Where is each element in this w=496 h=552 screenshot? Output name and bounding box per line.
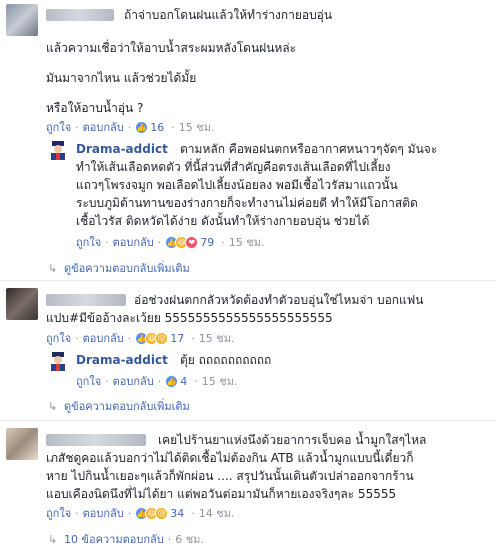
divider <box>0 280 496 281</box>
separator-dot: · <box>127 120 132 134</box>
comment-text: มันมาจากไหน แล้วช่วยได้มั้ย <box>46 71 197 85</box>
comment-actions: ถูกใจ · ตอบกลับ · 👍 😆 😢 34 · 14 ชม. <box>46 506 234 520</box>
comment-text: แปบ#มีข้ออ้างละเว้ยย 5555555555555555555… <box>46 311 333 325</box>
avatar[interactable] <box>6 288 38 320</box>
comment-actions: ถูกใจ · ตอบกลับ · 👍 😆 ❤ 79 · 15 ชม. <box>76 235 264 249</box>
comment-time[interactable]: 15 ชม. <box>179 118 215 136</box>
separator-dot: · <box>157 374 162 388</box>
like-link[interactable]: ถูกใจ <box>46 118 71 136</box>
like-reaction-icon: 👍 <box>165 374 179 388</box>
reaction-count: 34 <box>170 506 185 520</box>
page-avatar[interactable] <box>48 140 68 160</box>
comment-text: ตุ้ย ถถถถถถถถถถ <box>180 353 272 367</box>
view-replies[interactable]: ↳ 10 ข้อความตอบกลับ · 6 ชม. <box>48 530 204 548</box>
view-replies-label[interactable]: 10 ข้อความตอบกลับ <box>64 530 164 548</box>
divider <box>0 420 496 421</box>
comment-thread: ถ้าจ่าบอกโดนฝนแล้วให้ทำร่างกายอบอุ่น แล้… <box>0 0 496 552</box>
reaction-summary[interactable]: 👍 4 <box>165 374 188 388</box>
drama-addict-logo-icon <box>48 140 68 160</box>
commenter-name[interactable]: Drama-addict <box>76 141 168 157</box>
like-reaction-icon: 👍 <box>135 120 149 134</box>
view-more-replies[interactable]: ↳ ดูข้อความตอบกลับเพิ่มเติม <box>48 397 190 415</box>
reply-arrow-icon: ↳ <box>48 400 58 413</box>
avatar[interactable] <box>6 428 38 460</box>
comment-time[interactable]: 15 ชม. <box>202 372 238 390</box>
view-more-label[interactable]: ดูข้อความตอบกลับเพิ่มเติม <box>64 397 190 415</box>
separator-dot: · <box>105 235 109 249</box>
separator-dot: · <box>191 331 195 345</box>
separator-dot: · <box>167 532 172 546</box>
separator-dot: · <box>157 235 162 249</box>
commenter-name[interactable] <box>46 434 146 446</box>
separator-dot: · <box>105 374 109 388</box>
separator-dot: · <box>221 235 225 249</box>
view-more-replies[interactable]: ↳ ดูข้อความตอบกลับเพิ่มเติม <box>48 259 190 277</box>
reply-arrow-icon: ↳ <box>48 262 58 275</box>
comment-text: แถวๆโพรงจมูก พอเลือดไปเลี้ยงน้อยลง พอมีเ… <box>76 178 398 192</box>
avatar[interactable] <box>6 4 38 36</box>
comment-text: ทำให้เส้นเลือดหดตัว ที่นี้ส่วนที่สำคัญคื… <box>76 160 391 174</box>
reaction-count: 4 <box>180 374 188 388</box>
separator-dot: · <box>75 331 79 345</box>
comment-text: เคยไปร้านยาแห่งนึงด้วยอาการเจ็บคอ น้ำมูก… <box>158 433 427 447</box>
reaction-summary[interactable]: 👍 😆 😢 34 <box>135 506 185 520</box>
reply-link[interactable]: ตอบกลับ <box>113 233 154 251</box>
reply-link[interactable]: ตอบกลับ <box>113 372 154 390</box>
comment-text: ระบบภูมิต้านทานของร่างกายก็จะทำงานไม่ค่อ… <box>76 196 418 210</box>
comment-text: เชื้อไวรัส ติดหวัดได้ง่าย ดังนั้นทำให้ร่… <box>76 214 370 228</box>
view-more-label[interactable]: ดูข้อความตอบกลับเพิ่มเติม <box>64 259 190 277</box>
reaction-count: 17 <box>170 331 185 345</box>
comment-text: แล้วความเชื่อว่าให้อาบน้ำสระผมหลังโดนฝนห… <box>46 41 297 55</box>
reply-arrow-icon: ↳ <box>48 533 58 546</box>
reply-link[interactable]: ตอบกลับ <box>83 118 124 136</box>
like-link[interactable]: ถูกใจ <box>46 504 71 522</box>
separator-dot: · <box>127 331 132 345</box>
reply-link[interactable]: ตอบกลับ <box>83 504 124 522</box>
separator-dot: · <box>75 120 79 134</box>
comment-text: แอบเคืองนิดนึงที่ไม่ได้ยา แต่พอวันต่อมาม… <box>46 487 397 501</box>
like-link[interactable]: ถูกใจ <box>46 329 71 347</box>
comment-actions: ถูกใจ · ตอบกลับ · 👍 4 · 15 ชม. <box>76 374 237 388</box>
reply-time: 6 ชม. <box>175 533 204 546</box>
comment-text: หรือให้อาบน้ำอุ่น ? <box>46 101 144 115</box>
separator-dot: · <box>127 506 132 520</box>
like-link[interactable]: ถูกใจ <box>76 233 101 251</box>
comment-text: เภสัชดูคอแล้วบอกว่าไม่ได้ติดเชื้อไม่ต้อง… <box>46 451 414 465</box>
comment-time[interactable]: 15 ชม. <box>229 233 265 251</box>
commenter-name[interactable] <box>46 294 126 306</box>
comment-time[interactable]: 14 ชม. <box>199 504 235 522</box>
comment-text: ถ้าจ่าบอกโดนฝนแล้วให้ทำร่างกายอบอุ่น <box>124 8 333 22</box>
love-reaction-icon: ❤ <box>185 235 199 249</box>
wow-reaction-icon: 😮 <box>155 331 169 345</box>
comment-text: หาย ไปกินน้ำเยอะๆแล้วก็พักผ่อน .... สรุป… <box>46 469 414 483</box>
sad-reaction-icon: 😢 <box>155 506 169 520</box>
reaction-summary[interactable]: 👍 😆 ❤ 79 <box>165 235 215 249</box>
reaction-count: 16 <box>150 120 165 134</box>
comment-actions: ถูกใจ · ตอบกลับ · 👍 16 · 15 ชม. <box>46 120 214 134</box>
comment-time[interactable]: 15 ชม. <box>199 329 235 347</box>
separator-dot: · <box>171 120 175 134</box>
drama-addict-logo-icon <box>48 351 68 371</box>
reaction-summary[interactable]: 👍 16 <box>135 120 165 134</box>
comment-actions: ถูกใจ · ตอบกลับ · 👍 😆 😮 17 · 15 ชม. <box>46 331 234 345</box>
commenter-name[interactable] <box>46 9 114 21</box>
separator-dot: · <box>191 506 195 520</box>
reaction-count: 79 <box>200 235 215 249</box>
comment-text: อ่อช่วงฝนตกกลัวหวัดต้องทำตัวอบอุ่นใช่ไหม… <box>134 293 424 307</box>
like-link[interactable]: ถูกใจ <box>76 372 101 390</box>
reaction-summary[interactable]: 👍 😆 😮 17 <box>135 331 185 345</box>
separator-dot: · <box>75 506 79 520</box>
comment-text: ตามหลัก คือพอฝนตกหรืออากาศหนาวๆจัดๆ มันจ… <box>180 142 438 156</box>
page-avatar[interactable] <box>48 351 68 371</box>
separator-dot: · <box>194 374 198 388</box>
reply-link[interactable]: ตอบกลับ <box>83 329 124 347</box>
commenter-name[interactable]: Drama-addict <box>76 352 168 368</box>
